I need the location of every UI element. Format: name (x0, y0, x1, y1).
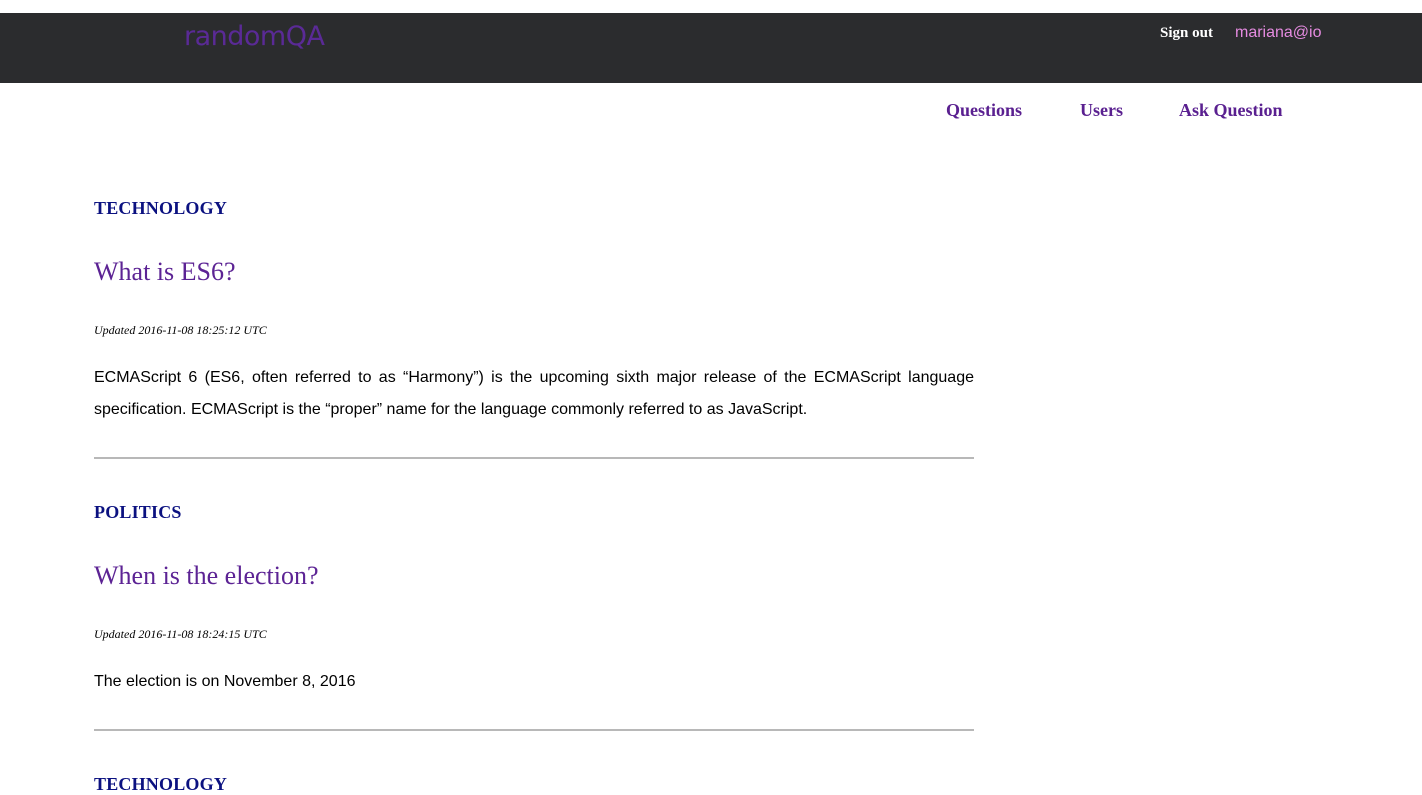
question-body: The election is on November 8, 2016 (94, 673, 356, 690)
nav-users-link[interactable]: Users (1080, 100, 1123, 121)
post-divider (94, 729, 974, 731)
question-title-link[interactable]: When is the election? (94, 561, 319, 591)
question-title-link[interactable]: What is ES6? (94, 257, 236, 287)
user-email-link[interactable]: mariana@io (1235, 24, 1322, 42)
question-category: TECHNOLOGY (94, 774, 228, 794)
question-body: ECMAScript 6 (ES6, often referred to as … (94, 369, 974, 418)
nav-questions-link[interactable]: Questions (946, 100, 1022, 121)
post-divider (94, 457, 974, 459)
top-header: randomQA Sign out mariana@io (0, 13, 1422, 83)
nav-ask-question-link[interactable]: Ask Question (1179, 100, 1283, 121)
question-category: TECHNOLOGY (94, 198, 228, 218)
question-updated-timestamp: Updated 2016-11-08 18:25:12 UTC (94, 323, 267, 337)
question-updated-timestamp: Updated 2016-11-08 18:24:15 UTC (94, 627, 267, 641)
sign-out-link[interactable]: Sign out (1160, 25, 1213, 42)
question-category: POLITICS (94, 502, 182, 522)
site-logo[interactable]: randomQA (184, 21, 325, 52)
